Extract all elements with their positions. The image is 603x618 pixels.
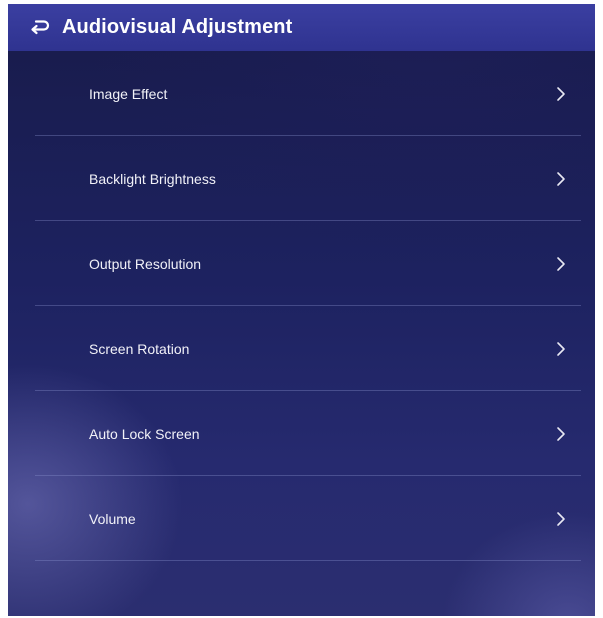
settings-menu: Image Effect Backlight Brightness Output… <box>8 51 595 561</box>
title-bar: Audiovisual Adjustment <box>8 4 595 51</box>
chevron-right-icon <box>557 86 565 101</box>
back-button[interactable] <box>28 16 52 40</box>
menu-item-label: Image Effect <box>89 85 168 102</box>
menu-item-output-resolution[interactable]: Output Resolution <box>8 221 595 306</box>
back-return-icon <box>31 19 50 34</box>
menu-item-label: Screen Rotation <box>89 340 190 357</box>
menu-item-volume[interactable]: Volume <box>8 476 595 561</box>
menu-item-label: Auto Lock Screen <box>89 425 200 442</box>
menu-item-auto-lock-screen[interactable]: Auto Lock Screen <box>8 391 595 476</box>
menu-item-backlight-brightness[interactable]: Backlight Brightness <box>8 136 595 221</box>
menu-item-screen-rotation[interactable]: Screen Rotation <box>8 306 595 391</box>
settings-screen: Audiovisual Adjustment Image Effect Back… <box>8 4 595 616</box>
chevron-right-icon <box>557 426 565 441</box>
menu-item-image-effect[interactable]: Image Effect <box>8 51 595 136</box>
chevron-right-icon <box>557 511 565 526</box>
chevron-right-icon <box>557 341 565 356</box>
menu-item-label: Backlight Brightness <box>89 170 216 187</box>
chevron-right-icon <box>557 256 565 271</box>
chevron-right-icon <box>557 171 565 186</box>
menu-item-label: Volume <box>89 510 136 527</box>
menu-item-label: Output Resolution <box>89 255 202 272</box>
page-title: Audiovisual Adjustment <box>62 16 293 38</box>
